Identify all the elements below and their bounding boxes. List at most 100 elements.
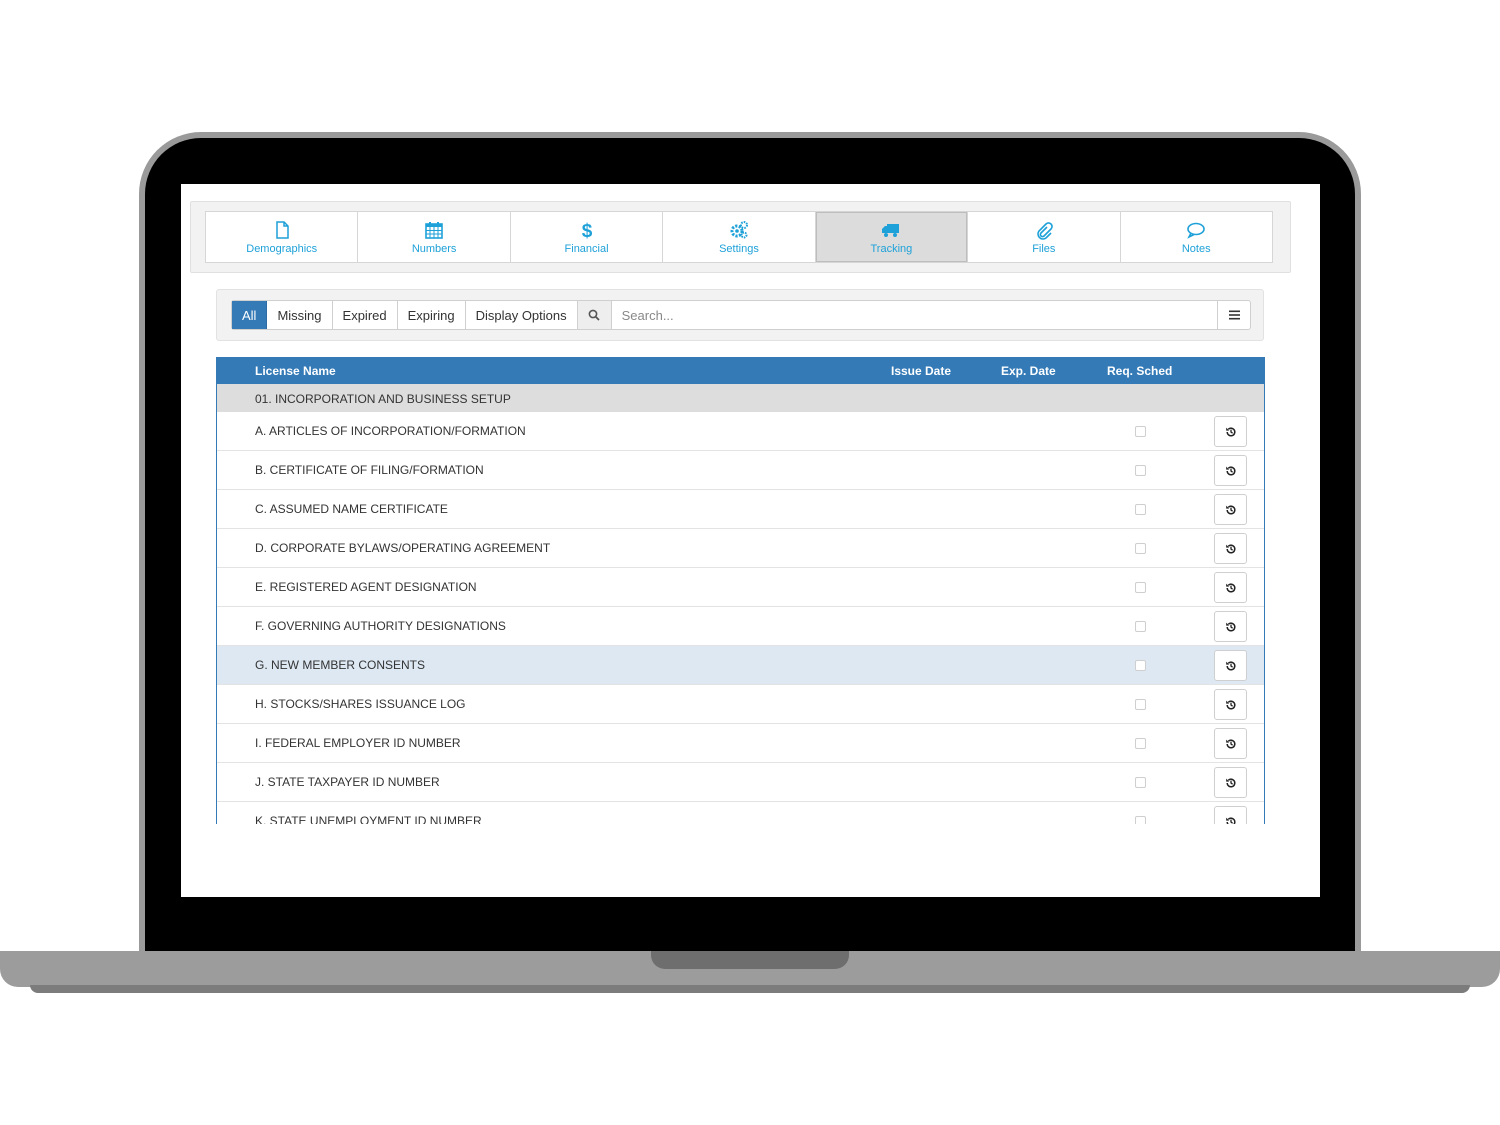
tab-numbers[interactable]: Numbers xyxy=(358,212,511,262)
screen: Demographics Numbers $ Financial Setting… xyxy=(181,184,1320,897)
req-sched-checkbox[interactable] xyxy=(1135,816,1146,824)
dollar-icon: $ xyxy=(581,221,592,240)
truck-icon xyxy=(882,223,900,237)
history-icon xyxy=(1225,621,1235,631)
req-sched-checkbox[interactable] xyxy=(1135,621,1146,632)
history-button[interactable] xyxy=(1214,650,1247,681)
license-name: J. STATE TAXPAYER ID NUMBER xyxy=(255,775,440,789)
req-sched-checkbox[interactable] xyxy=(1135,699,1146,710)
req-sched-checkbox[interactable] xyxy=(1135,660,1146,671)
req-sched-checkbox[interactable] xyxy=(1135,465,1146,476)
table-row[interactable]: E. REGISTERED AGENT DESIGNATION xyxy=(217,568,1264,607)
tab-label: Settings xyxy=(719,242,759,255)
table-row[interactable]: K. STATE UNEMPLOYMENT ID NUMBER xyxy=(217,802,1264,824)
license-name: D. CORPORATE BYLAWS/OPERATING AGREEMENT xyxy=(255,541,551,555)
history-button[interactable] xyxy=(1214,455,1247,486)
table-row[interactable]: B. CERTIFICATE OF FILING/FORMATION xyxy=(217,451,1264,490)
req-sched-checkbox[interactable] xyxy=(1135,543,1146,554)
history-button[interactable] xyxy=(1214,767,1247,798)
history-icon xyxy=(1225,543,1235,553)
tabs-panel: Demographics Numbers $ Financial Setting… xyxy=(190,201,1291,273)
filter-all-button[interactable]: All xyxy=(232,301,268,329)
history-button[interactable] xyxy=(1214,416,1247,447)
history-icon xyxy=(1225,816,1235,824)
history-icon xyxy=(1225,738,1235,748)
history-button[interactable] xyxy=(1214,494,1247,525)
table-row[interactable]: C. ASSUMED NAME CERTIFICATE xyxy=(217,490,1264,529)
table-row[interactable]: F. GOVERNING AUTHORITY DESIGNATIONS xyxy=(217,607,1264,646)
tab-label: Numbers xyxy=(411,242,457,255)
display-options-button[interactable]: Display Options xyxy=(466,301,578,329)
table-row[interactable]: A. ARTICLES OF INCORPORATION/FORMATION xyxy=(217,412,1264,451)
search-input[interactable] xyxy=(611,301,1217,329)
column-header-req-sched[interactable]: Req. Sched xyxy=(1107,364,1172,378)
filter-missing-button[interactable]: Missing xyxy=(267,301,333,329)
license-name: F. GOVERNING AUTHORITY DESIGNATIONS xyxy=(255,619,506,633)
history-button[interactable] xyxy=(1214,728,1247,759)
group-row[interactable]: 01. INCORPORATION AND BUSINESS SETUP xyxy=(217,384,1264,412)
tab-label: Demographics xyxy=(246,242,318,255)
history-icon xyxy=(1225,504,1235,514)
tab-financial[interactable]: $ Financial xyxy=(511,212,664,262)
history-icon xyxy=(1225,582,1235,592)
history-button[interactable] xyxy=(1214,689,1247,720)
filter-bar: All Missing Expired Expiring Display Opt… xyxy=(231,300,1251,330)
history-icon xyxy=(1225,699,1235,709)
history-icon xyxy=(1225,426,1235,436)
license-table: License Name Issue Date Exp. Date Req. S… xyxy=(216,357,1265,824)
paperclip-icon xyxy=(1037,221,1053,240)
history-button[interactable] xyxy=(1214,572,1247,603)
req-sched-checkbox[interactable] xyxy=(1135,504,1146,515)
tab-demographics[interactable]: Demographics xyxy=(206,212,359,262)
license-name: B. CERTIFICATE OF FILING/FORMATION xyxy=(255,463,484,477)
table-row[interactable]: G. NEW MEMBER CONSENTS xyxy=(217,646,1264,685)
table-row[interactable]: J. STATE TAXPAYER ID NUMBER xyxy=(217,763,1264,802)
laptop-notch xyxy=(651,951,849,969)
gears-icon xyxy=(730,220,748,238)
calendar-icon xyxy=(425,221,443,239)
group-label: 01. INCORPORATION AND BUSINESS SETUP xyxy=(255,392,511,406)
history-icon xyxy=(1225,465,1235,475)
tab-bar: Demographics Numbers $ Financial Setting… xyxy=(205,211,1273,263)
history-icon xyxy=(1225,660,1235,670)
license-name: C. ASSUMED NAME CERTIFICATE xyxy=(255,502,448,516)
history-button[interactable] xyxy=(1214,611,1247,642)
tab-tracking[interactable]: Tracking xyxy=(815,212,969,262)
filter-expired-button[interactable]: Expired xyxy=(333,301,398,329)
column-menu-button[interactable] xyxy=(1217,301,1250,329)
license-name: A. ARTICLES OF INCORPORATION/FORMATION xyxy=(255,424,526,438)
license-name: H. STOCKS/SHARES ISSUANCE LOG xyxy=(255,697,466,711)
file-icon xyxy=(275,220,289,239)
table-row[interactable]: H. STOCKS/SHARES ISSUANCE LOG xyxy=(217,685,1264,724)
svg-text:$: $ xyxy=(581,221,592,240)
filter-expiring-button[interactable]: Expiring xyxy=(398,301,466,329)
table-row[interactable]: D. CORPORATE BYLAWS/OPERATING AGREEMENT xyxy=(217,529,1264,568)
history-button[interactable] xyxy=(1214,533,1247,564)
req-sched-checkbox[interactable] xyxy=(1135,777,1146,788)
column-header-exp-date[interactable]: Exp. Date xyxy=(1001,364,1056,378)
license-name: K. STATE UNEMPLOYMENT ID NUMBER xyxy=(255,814,482,824)
license-name: I. FEDERAL EMPLOYER ID NUMBER xyxy=(255,736,461,750)
table-body: A. ARTICLES OF INCORPORATION/FORMATION B.… xyxy=(217,412,1264,824)
laptop-base-edge xyxy=(30,985,1470,993)
tab-files[interactable]: Files xyxy=(968,212,1121,262)
req-sched-checkbox[interactable] xyxy=(1135,426,1146,437)
tab-settings[interactable]: Settings xyxy=(663,212,816,262)
license-name: E. REGISTERED AGENT DESIGNATION xyxy=(255,580,477,594)
license-name: G. NEW MEMBER CONSENTS xyxy=(255,658,426,672)
tab-label: Financial xyxy=(564,242,609,255)
req-sched-checkbox[interactable] xyxy=(1135,738,1146,749)
tab-label: Notes xyxy=(1181,242,1211,255)
table-row[interactable]: I. FEDERAL EMPLOYER ID NUMBER xyxy=(217,724,1264,763)
tab-notes[interactable]: Notes xyxy=(1121,212,1272,262)
column-header-issue-date[interactable]: Issue Date xyxy=(891,364,951,378)
filter-panel: All Missing Expired Expiring Display Opt… xyxy=(216,289,1264,341)
tab-label: Files xyxy=(1032,242,1056,255)
speech-bubble-icon xyxy=(1187,222,1206,239)
req-sched-checkbox[interactable] xyxy=(1135,582,1146,593)
history-button[interactable] xyxy=(1214,806,1247,824)
table-header: License Name Issue Date Exp. Date Req. S… xyxy=(217,357,1264,384)
column-header-license-name[interactable]: License Name xyxy=(255,364,336,378)
hamburger-icon xyxy=(1228,310,1240,320)
history-icon xyxy=(1225,777,1235,787)
